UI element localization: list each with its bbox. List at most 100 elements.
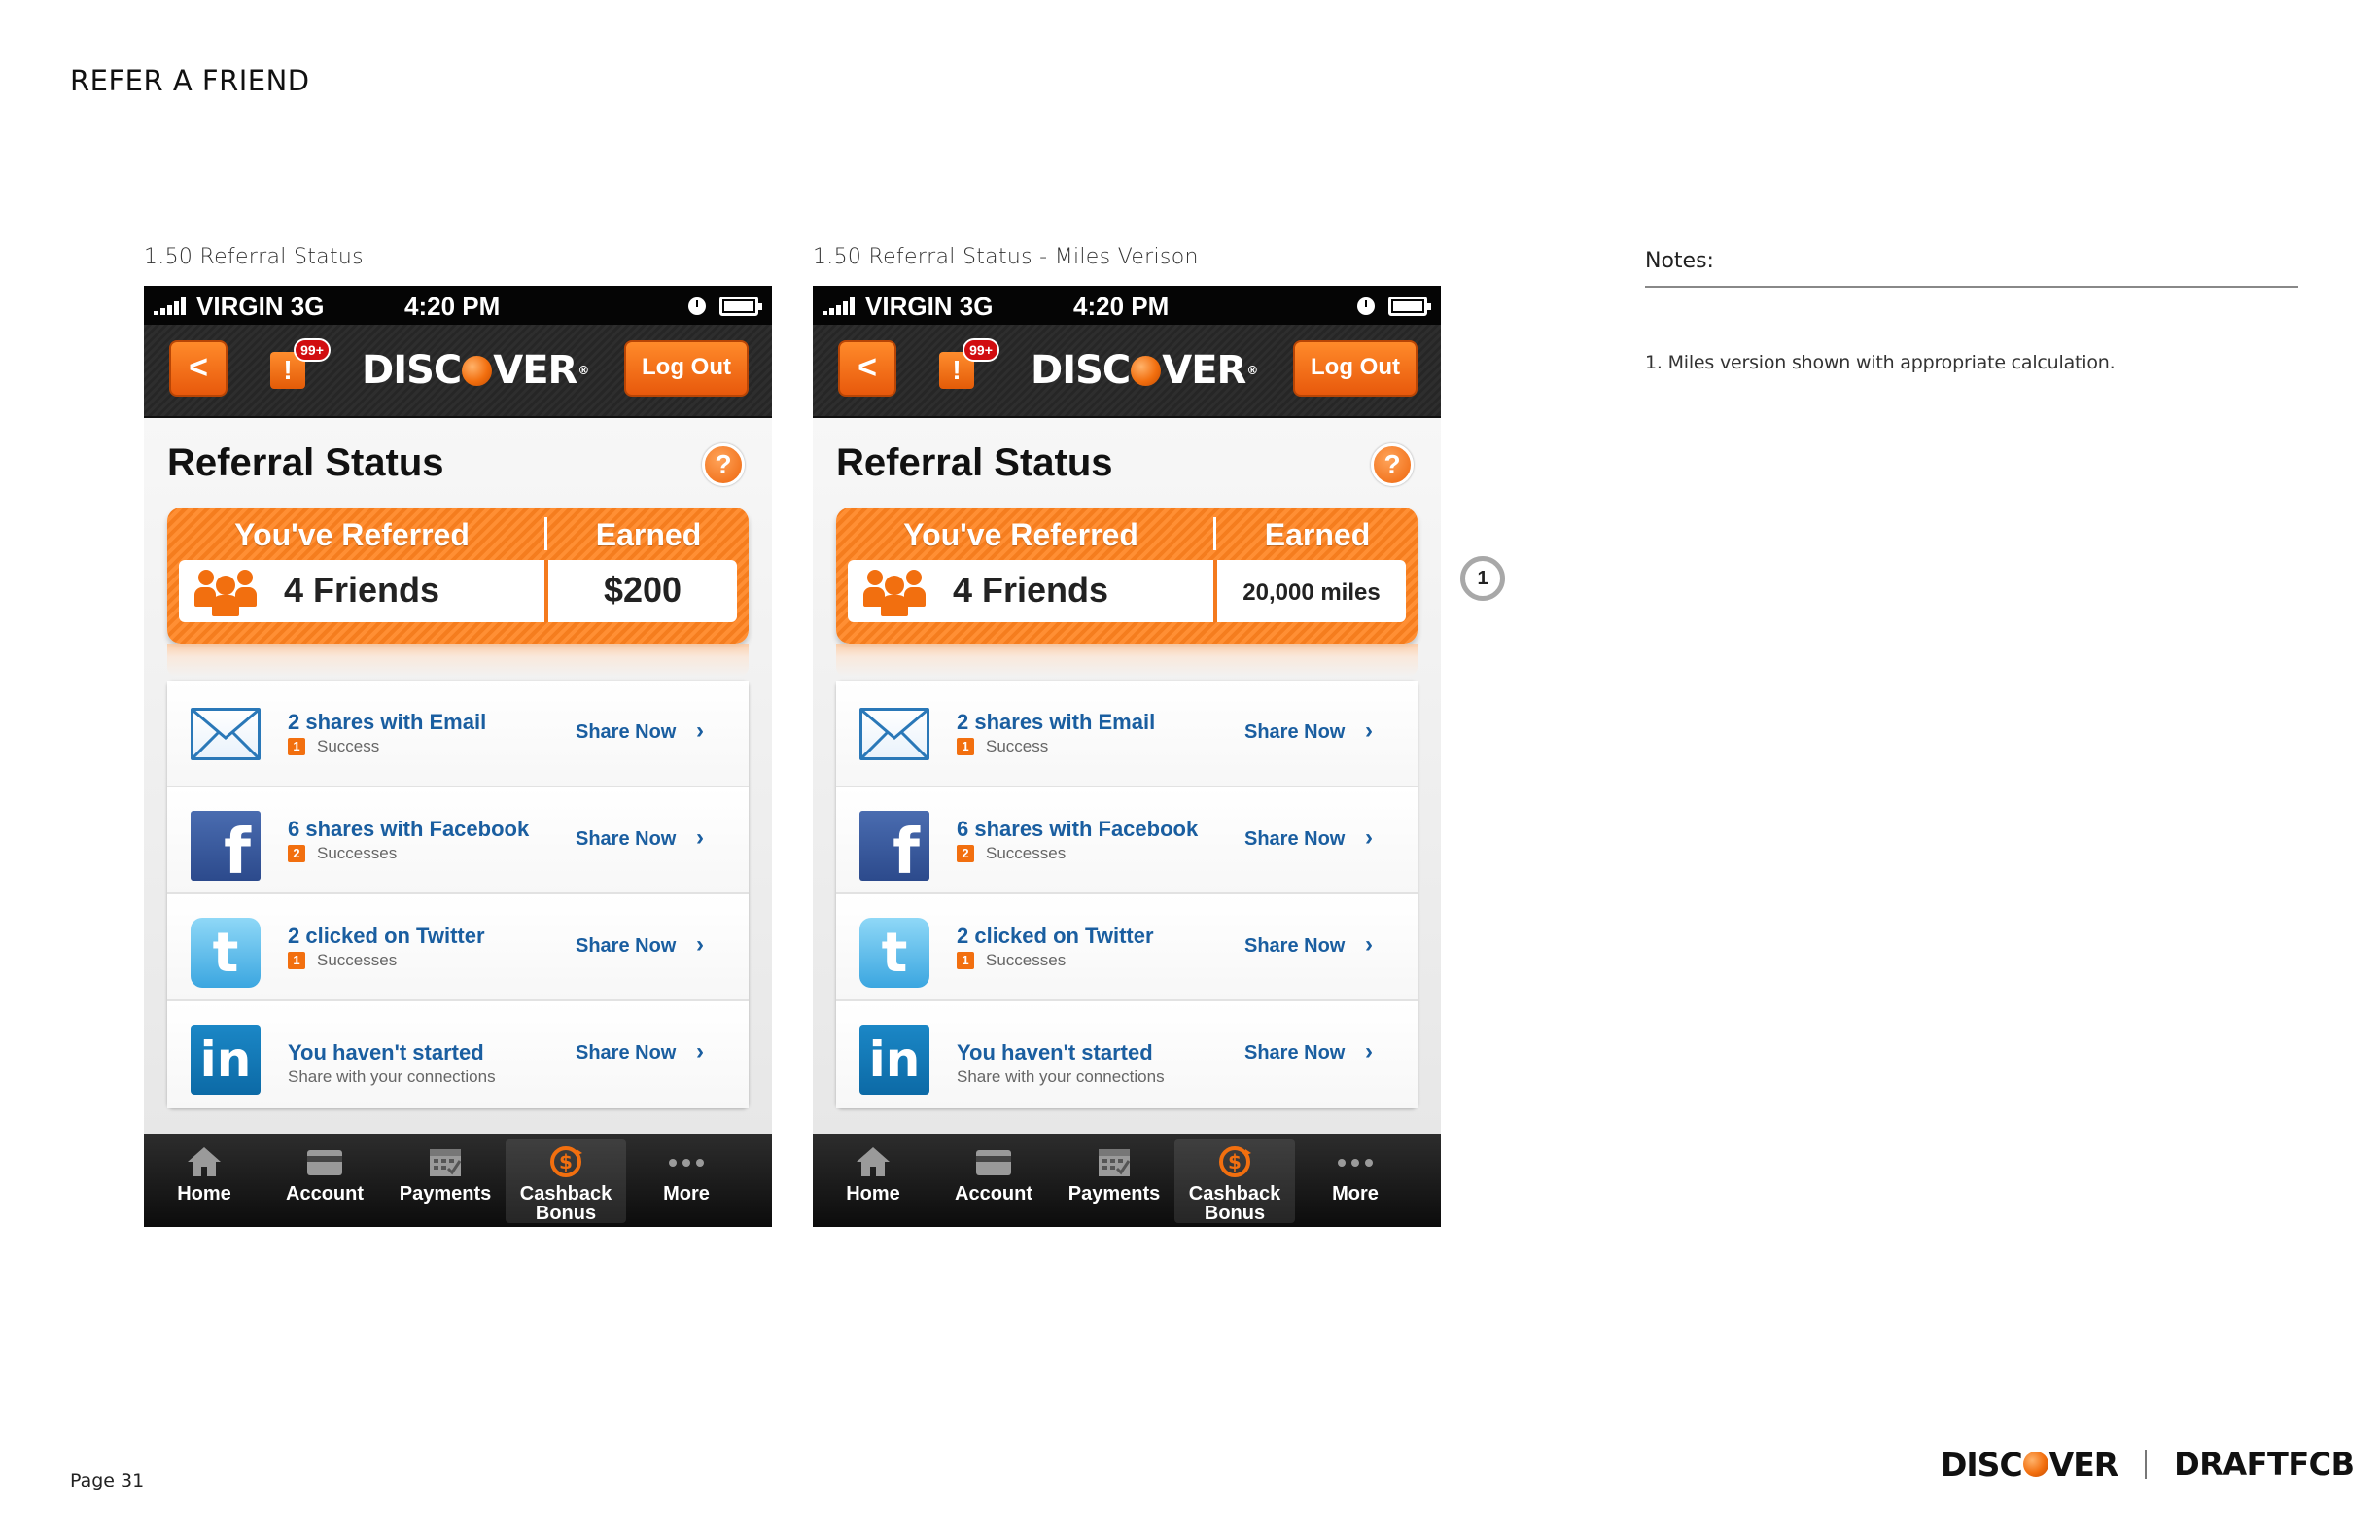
tab-payments[interactable]: Payments <box>1054 1139 1174 1223</box>
friends-referred-value: 4 Friends <box>953 570 1109 610</box>
notes-divider <box>1645 286 2298 288</box>
tab-more[interactable]: More <box>1295 1139 1416 1223</box>
share-now-link[interactable]: Share Now <box>1244 828 1345 851</box>
cashback-icon: $ <box>550 1146 582 1177</box>
back-button[interactable]: < <box>169 340 228 397</box>
referred-label: You've Referred <box>903 517 1138 552</box>
help-icon[interactable]: ? <box>702 443 745 486</box>
tab-cashback-bonus[interactable]: $ Cashback Bonus <box>1174 1139 1295 1223</box>
share-row-status: 2 Successes <box>288 844 397 863</box>
referral-summary-card: You've Referred Earned 4 Friends 20,000 … <box>836 508 1418 644</box>
chevron-right-icon: › <box>1365 824 1373 851</box>
share-now-link[interactable]: Share Now <box>1244 721 1345 744</box>
share-row-title: 2 shares with Email <box>288 710 487 734</box>
calendar-icon <box>1099 1149 1131 1176</box>
home-icon <box>857 1147 890 1176</box>
phone-screen-referral-status: VIRGIN 3G 4:20 PM < ! 99+ DISC VER ® Log O… <box>144 286 772 1227</box>
share-channel-list: 2 shares with Email 1 Success Share Now ›… <box>836 681 1418 1108</box>
tab-more[interactable]: More <box>626 1139 747 1223</box>
referral-status-content: Referral Status ? You've Referred Earned… <box>144 418 772 1134</box>
carrier-name: VIRGIN 3G <box>865 292 994 321</box>
home-icon <box>188 1147 221 1176</box>
app-header: < ! 99+ DISC VER ® Log Out <box>813 325 1441 418</box>
linkedin-icon: in <box>859 1025 929 1095</box>
app-header: < ! 99+ DISC VER ® Log Out <box>144 325 772 418</box>
share-row-email[interactable]: 2 shares with Email 1 Success Share Now › <box>836 681 1418 788</box>
tab-home[interactable]: Home <box>144 1139 264 1223</box>
signal-icon <box>822 298 858 315</box>
chevron-right-icon: › <box>696 1038 704 1065</box>
screen-heading: Referral Status <box>836 441 1113 484</box>
share-row-status: 1 Success <box>957 737 1048 756</box>
earned-label: Earned <box>595 517 702 552</box>
tab-payments[interactable]: Payments <box>385 1139 506 1223</box>
svg-text:$: $ <box>559 1150 573 1173</box>
screen-heading: Referral Status <box>167 441 444 484</box>
battery-icon <box>719 297 762 316</box>
share-row-facebook[interactable]: f 6 shares with Facebook 2 Successes Shar… <box>167 788 749 894</box>
chevron-right-icon: › <box>696 931 704 958</box>
share-now-link[interactable]: Share Now <box>1244 935 1345 958</box>
share-row-twitter[interactable]: t 2 clicked on Twitter 1 Successes Share … <box>167 894 749 1001</box>
help-icon[interactable]: ? <box>1371 443 1414 486</box>
referral-summary-card: You've Referred Earned 4 Friends $200 <box>167 508 749 644</box>
tab-account[interactable]: Account <box>933 1139 1054 1223</box>
alert-count-badge: 99+ <box>962 338 999 362</box>
share-row-status: 1 Success <box>288 737 379 756</box>
share-row-email[interactable]: 2 shares with Email 1 Success Share Now › <box>167 681 749 788</box>
screen-caption-miles-version: 1.50 Referral Status - Miles Verison <box>813 245 1199 269</box>
battery-icon <box>1388 297 1431 316</box>
tab-cashback-bonus[interactable]: $ Cashback Bonus <box>506 1139 626 1223</box>
card-icon <box>976 1150 1011 1175</box>
share-row-linkedin[interactable]: in You haven't started Share with your c… <box>836 1001 1418 1108</box>
share-row-status: Share with your connections <box>288 1068 496 1086</box>
tab-home[interactable]: Home <box>813 1139 933 1223</box>
chevron-right-icon: › <box>1365 718 1373 744</box>
earned-value: $200 <box>603 570 682 610</box>
share-now-link[interactable]: Share Now <box>1244 1042 1345 1065</box>
earned-label: Earned <box>1264 517 1371 552</box>
share-row-facebook[interactable]: f 6 shares with Facebook 2 Successes Shar… <box>836 788 1418 894</box>
earned-miles-value: 20,000 miles <box>1242 579 1381 606</box>
share-row-title: You haven't started <box>957 1040 1153 1065</box>
facebook-icon: f <box>859 811 929 889</box>
phone-screen-miles-version: VIRGIN 3G 4:20 PM < ! 99+ DISC VER ® Log O… <box>813 286 1441 1227</box>
share-now-link[interactable]: Share Now <box>576 721 676 744</box>
tab-account[interactable]: Account <box>264 1139 385 1223</box>
share-row-twitter[interactable]: t 2 clicked on Twitter 1 Successes Share … <box>836 894 1418 1001</box>
back-button[interactable]: < <box>838 340 896 397</box>
logout-button[interactable]: Log Out <box>1293 340 1418 397</box>
bottom-tab-bar: Home Account Payments $ Cashback Bonus M… <box>813 1134 1441 1227</box>
notes-title: Notes: <box>1645 249 1714 273</box>
alert-count-badge: 99+ <box>294 338 331 362</box>
referred-label: You've Referred <box>234 517 470 552</box>
logout-button[interactable]: Log Out <box>624 340 749 397</box>
chevron-right-icon: › <box>696 718 704 744</box>
more-dots-icon <box>669 1159 704 1167</box>
more-dots-icon <box>1338 1159 1373 1167</box>
email-icon <box>191 708 261 760</box>
share-now-link[interactable]: Share Now <box>576 828 676 851</box>
share-now-link[interactable]: Share Now <box>576 935 676 958</box>
alarm-clock-icon <box>688 298 706 315</box>
calendar-icon <box>430 1149 462 1176</box>
share-row-title: 2 shares with Email <box>957 710 1156 734</box>
chevron-right-icon: › <box>696 824 704 851</box>
page-title: REFER A FRIEND <box>70 64 310 97</box>
share-now-link[interactable]: Share Now <box>576 1042 676 1065</box>
twitter-icon: t <box>859 918 929 988</box>
share-row-status: Share with your connections <box>957 1068 1165 1086</box>
share-row-linkedin[interactable]: in You haven't started Share with your c… <box>167 1001 749 1108</box>
share-row-status: 1 Successes <box>957 951 1066 970</box>
card-icon <box>307 1150 342 1175</box>
share-channel-list: 2 shares with Email 1 Success Share Now ›… <box>167 681 749 1108</box>
friends-group-icon <box>194 566 257 616</box>
referral-status-content: Referral Status ? You've Referred Earned… <box>813 418 1441 1134</box>
share-row-status: 1 Successes <box>288 951 397 970</box>
bottom-tab-bar: Home Account Payments $ Cashback Bonus M… <box>144 1134 772 1227</box>
status-bar: VIRGIN 3G 4:20 PM <box>813 286 1441 325</box>
friends-referred-value: 4 Friends <box>284 570 440 610</box>
annotation-marker: 1 <box>1460 556 1505 601</box>
footer-logos: DISC VER DRAFTFCB <box>1941 1443 2355 1486</box>
status-time: 4:20 PM <box>404 292 501 321</box>
